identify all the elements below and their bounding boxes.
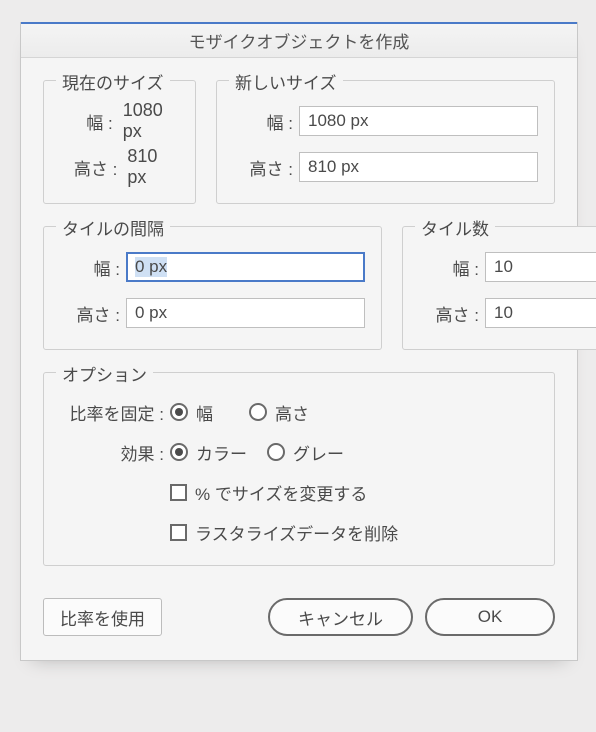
tile-spacing-legend: タイルの間隔	[56, 215, 170, 240]
tile-count-legend: タイル数	[415, 215, 495, 240]
new-width-input[interactable]	[299, 106, 538, 136]
tile-spacing-width-label: 幅 :	[60, 255, 120, 280]
tile-count-height-input[interactable]	[485, 298, 596, 328]
new-height-label: 高さ :	[233, 155, 293, 180]
current-width-value: 1080 px	[123, 100, 179, 142]
dialog-titlebar[interactable]: モザイクオブジェクトを作成	[21, 22, 577, 58]
result-gray-radio[interactable]: グレー	[267, 440, 344, 465]
tile-spacing-height-label: 高さ :	[60, 301, 120, 326]
tile-spacing-group: タイルの間隔 幅 : 0 px 高さ :	[43, 226, 382, 350]
radio-dot-icon	[249, 403, 267, 421]
current-width-label: 幅 :	[60, 109, 113, 134]
constrain-height-text: 高さ	[275, 400, 309, 425]
tile-count-group: タイル数 幅 : 高さ :	[402, 226, 596, 350]
tile-count-width-input[interactable]	[485, 252, 596, 282]
use-ratio-button[interactable]: 比率を使用	[43, 598, 162, 636]
new-size-group: 新しいサイズ 幅 : 高さ :	[216, 80, 555, 204]
tile-count-width-label: 幅 :	[419, 255, 479, 280]
constrain-ratio-label: 比率を固定 :	[60, 400, 164, 425]
constrain-height-radio[interactable]: 高さ	[249, 400, 309, 425]
delete-raster-checkbox[interactable]: ラスタライズデータを削除	[170, 520, 398, 545]
new-height-input[interactable]	[299, 152, 538, 182]
result-color-text: カラー	[196, 440, 247, 465]
checkbox-box-icon	[170, 484, 187, 501]
result-gray-text: グレー	[293, 440, 344, 465]
delete-raster-text: ラスタライズデータを削除	[195, 520, 398, 545]
new-size-legend: 新しいサイズ	[229, 69, 343, 94]
constrain-width-radio[interactable]: 幅	[170, 400, 213, 425]
options-legend: オプション	[56, 361, 153, 386]
current-height-label: 高さ :	[60, 155, 117, 180]
radio-dot-icon	[170, 403, 188, 421]
resize-percent-checkbox[interactable]: % でサイズを変更する	[170, 480, 367, 505]
dialog-title: モザイクオブジェクトを作成	[189, 28, 410, 53]
current-size-legend: 現在のサイズ	[56, 69, 170, 94]
radio-dot-icon	[267, 443, 285, 461]
ok-button[interactable]: OK	[425, 598, 555, 636]
constrain-width-text: 幅	[196, 400, 213, 425]
radio-dot-icon	[170, 443, 188, 461]
tile-count-height-label: 高さ :	[419, 301, 479, 326]
options-group: オプション 比率を固定 : 幅 高さ 効果 : カラー	[43, 372, 555, 566]
tile-spacing-height-input[interactable]	[126, 298, 365, 328]
checkbox-box-icon	[170, 524, 187, 541]
mosaic-dialog: モザイクオブジェクトを作成 現在のサイズ 幅 : 1080 px 高さ : 81…	[20, 22, 578, 661]
resize-percent-text: % でサイズを変更する	[195, 480, 367, 505]
cancel-button[interactable]: キャンセル	[268, 598, 413, 636]
current-height-value: 810 px	[127, 146, 179, 188]
tile-spacing-width-input[interactable]: 0 px	[126, 252, 365, 282]
current-size-group: 現在のサイズ 幅 : 1080 px 高さ : 810 px	[43, 80, 196, 204]
new-width-label: 幅 :	[233, 109, 293, 134]
result-label: 効果 :	[60, 440, 164, 465]
result-color-radio[interactable]: カラー	[170, 440, 247, 465]
